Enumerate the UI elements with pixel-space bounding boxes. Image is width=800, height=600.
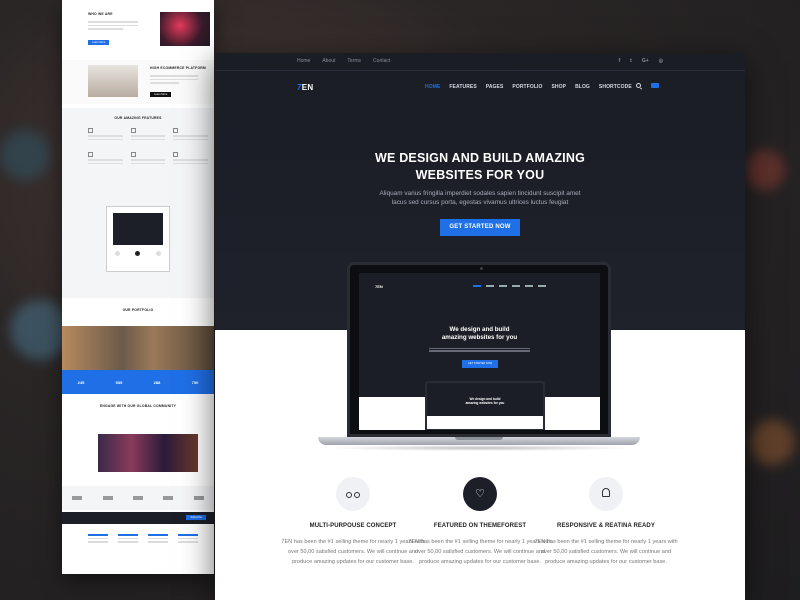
back-page-mockup: WHO WE ARE Learn More HIGH ECOMMERCE PLA… <box>62 0 214 574</box>
laptop-nav <box>473 285 546 287</box>
nav-item-blog[interactable]: BLOG <box>575 84 590 90</box>
nested-laptop: We design and build amazing websites for… <box>425 381 545 430</box>
mini-laptop-wireframe <box>106 206 170 272</box>
laptop-subtitle <box>429 346 530 353</box>
twitter-icon[interactable]: t <box>630 58 632 64</box>
who-we-are-heading: WHO WE ARE <box>88 12 113 16</box>
stat-value: 288 <box>153 379 161 385</box>
top-link-contact[interactable]: Contact <box>373 58 390 64</box>
ecommerce-heading: HIGH ECOMMERCE PLATFORM <box>150 66 206 70</box>
ecommerce-section: HIGH ECOMMERCE PLATFORM Learn More <box>62 60 214 104</box>
laptop-shadow <box>325 445 633 451</box>
hero-subtitle-line2: lacus sed cursus porta, egestas vivamus … <box>391 199 569 206</box>
camera-dot <box>480 267 483 270</box>
nav-icons <box>636 83 659 88</box>
main-nav: HOME FEATURES PAGES PORTFOLIO SHOP BLOG … <box>425 84 632 90</box>
top-link-about[interactable]: About <box>322 58 335 64</box>
search-icon[interactable] <box>636 83 641 88</box>
main-page-mockup: Home About Terms Contact f t G+ ◎ 7EN HO… <box>215 53 745 600</box>
logo-text: EN <box>301 83 314 92</box>
stats-bar: 245 535 288 750 <box>62 370 214 394</box>
top-link-home[interactable]: Home <box>297 58 310 64</box>
laptop-title: We design and build amazing websites for… <box>359 326 600 342</box>
feature-icon-wrap <box>336 477 370 511</box>
laptop-title-line2: amazing websites for you <box>441 334 518 341</box>
feature-title: RESPONSIVE & REATINA READY <box>557 523 655 529</box>
footer <box>62 524 214 574</box>
community-heading: ENGAGE WITH OUR GLOBAL COMMUNITY <box>99 404 177 408</box>
social-links: f t G+ ◎ <box>618 58 663 64</box>
bokeh-light <box>10 300 70 360</box>
stat-value: 535 <box>115 379 123 385</box>
community-photo <box>98 434 198 472</box>
learn-more-button[interactable]: Learn More <box>88 40 110 45</box>
nav-item-features[interactable]: FEATURES <box>449 84 476 90</box>
nav-item-pages[interactable]: PAGES <box>486 84 504 90</box>
stat-value: 245 <box>77 379 85 385</box>
feature-responsive: RESPONSIVE & REATINA READY 7EN has been … <box>531 477 681 567</box>
community-section: ENGAGE WITH OUR GLOBAL COMMUNITY <box>62 398 214 478</box>
cart-icon[interactable] <box>651 83 659 88</box>
subscribe-bar: Subscribe <box>62 512 214 524</box>
portfolio-heading: OUR PORTFOLIO <box>122 308 154 312</box>
laptop-logo: 7EN <box>375 284 383 289</box>
learn-more-button-2[interactable]: Learn More <box>150 92 172 97</box>
nav-item-shortcode[interactable]: SHORTCODE <box>599 84 632 90</box>
bokeh-light <box>0 130 50 180</box>
nested-white <box>427 416 543 429</box>
laptop-cta: GET STARTED NOW <box>462 360 498 368</box>
portfolio-grid <box>62 326 214 370</box>
partner-logos <box>62 486 214 510</box>
hero-subtitle-line1: Aliquam varius fringilla imperdiet sodal… <box>379 190 581 197</box>
get-started-button[interactable]: GET STARTED NOW <box>440 219 520 236</box>
feature-text: 7EN has been the #1 selling theme for ne… <box>534 539 678 565</box>
facebook-icon[interactable]: f <box>618 58 620 64</box>
feature-icon-wrap: ♡ <box>463 477 497 511</box>
hero-subtitle: Aliquam varius fringilla imperdiet sodal… <box>215 189 745 207</box>
laptop-notch <box>455 437 503 440</box>
laptop-title-line1: We design and build <box>449 326 510 333</box>
nav-item-portfolio[interactable]: PORTFOLIO <box>512 84 542 90</box>
top-links: Home About Terms Contact <box>297 58 390 64</box>
features-section: OUR AMAZING FEATURES <box>62 108 214 298</box>
google-plus-icon[interactable]: G+ <box>642 58 649 64</box>
hero-title-line1: WE DESIGN AND BUILD AMAZING <box>374 151 586 165</box>
instagram-icon[interactable]: ◎ <box>659 58 663 64</box>
laptop-screen: 7EN We design and build amazing websites… <box>347 262 611 437</box>
features-heading: OUR AMAZING FEATURES <box>114 116 162 120</box>
logo[interactable]: 7EN <box>297 83 313 92</box>
nested-title-line2: amazing websites for you <box>465 401 505 405</box>
nav-item-home[interactable]: HOME <box>425 84 440 90</box>
bokeh-light <box>750 420 795 465</box>
feature-icon-wrap <box>589 477 623 511</box>
bokeh-photo <box>160 12 210 46</box>
heart-icon: ♡ <box>475 487 485 500</box>
nested-title: We design and build amazing websites for… <box>427 397 543 405</box>
hero-title: WE DESIGN AND BUILD AMAZING WEBSITES FOR… <box>215 150 745 184</box>
office-photo <box>88 65 138 97</box>
top-bar: Home About Terms Contact f t G+ ◎ <box>215 53 745 71</box>
stat-value: 750 <box>191 379 199 385</box>
bicycle-icon <box>346 490 360 498</box>
bell-icon <box>602 488 610 497</box>
top-link-terms[interactable]: Terms <box>347 58 361 64</box>
subscribe-button[interactable]: Subscribe <box>186 515 206 520</box>
nav-item-shop[interactable]: SHOP <box>552 84 567 90</box>
laptop-display: 7EN We design and build amazing websites… <box>359 273 600 430</box>
bokeh-light <box>745 150 785 190</box>
hero-title-line2: WEBSITES FOR YOU <box>415 168 545 182</box>
